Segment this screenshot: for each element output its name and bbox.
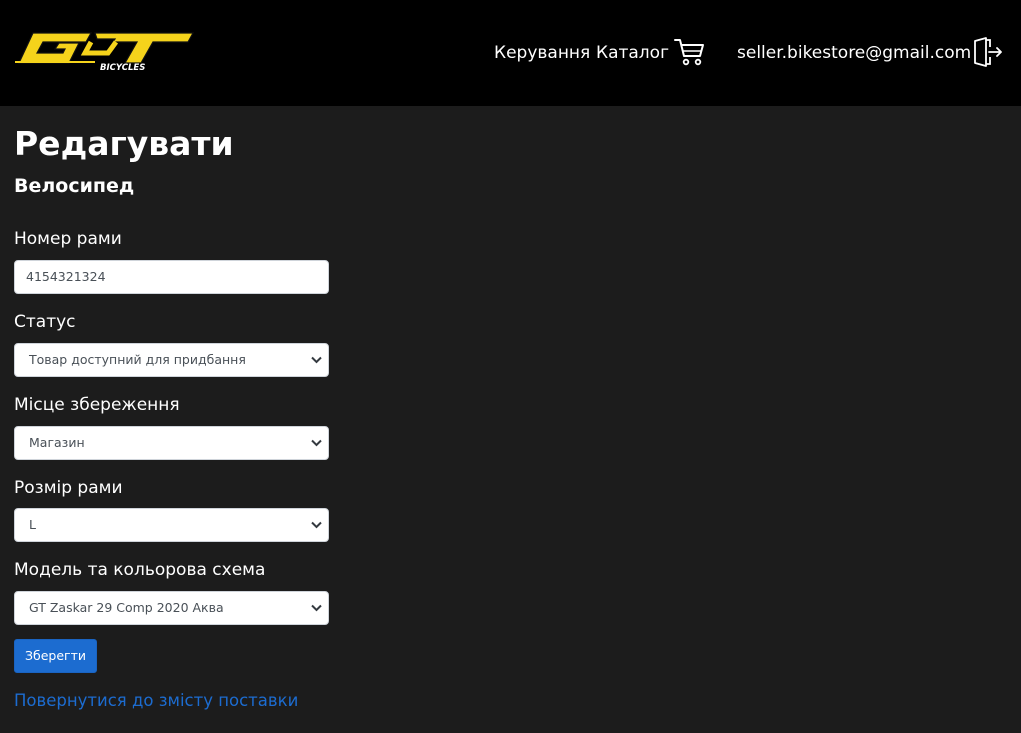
logo-mark: BICYCLES xyxy=(15,32,195,73)
page-title: Редагувати xyxy=(14,124,234,163)
user-email-link[interactable]: seller.bikestore@gmail.com xyxy=(737,42,971,64)
chevron-down-icon xyxy=(311,356,322,364)
cart-icon[interactable] xyxy=(674,37,705,66)
frame-size-select[interactable]: L xyxy=(14,508,329,542)
gt-bicycles-logo[interactable]: BICYCLES xyxy=(13,31,195,73)
svg-text:BICYCLES: BICYCLES xyxy=(100,63,145,73)
save-button[interactable]: Зберегти xyxy=(14,639,97,673)
status-select-value: Товар доступний для придбання xyxy=(29,352,246,367)
frame-number-input[interactable]: 4154321324 xyxy=(14,260,329,294)
page-subtitle: Велосипед xyxy=(14,175,135,197)
back-to-delivery-link[interactable]: Повернутися до змісту поставки xyxy=(14,690,298,712)
storage-label: Місце збереження xyxy=(14,395,180,415)
nav-catalog-link[interactable]: Каталог xyxy=(596,42,669,64)
navbar: BICYCLES Керування Каталог seller.bikest… xyxy=(0,0,1021,106)
model-select[interactable]: GT Zaskar 29 Comp 2020 Аква xyxy=(14,591,329,625)
frame-size-label: Розмір рами xyxy=(14,478,123,498)
chevron-down-icon xyxy=(311,521,322,529)
model-label: Модель та кольорова схема xyxy=(14,560,266,580)
model-select-value: GT Zaskar 29 Comp 2020 Аква xyxy=(29,600,224,615)
frame-size-select-value: L xyxy=(29,517,36,532)
frame-number-label: Номер рами xyxy=(14,229,122,249)
logout-icon[interactable] xyxy=(972,37,1002,67)
chevron-down-icon xyxy=(311,604,322,612)
status-label: Статус xyxy=(14,312,76,332)
chevron-down-icon xyxy=(311,439,322,447)
nav-manage-link[interactable]: Керування xyxy=(494,42,590,64)
status-select[interactable]: Товар доступний для придбання xyxy=(14,343,329,377)
storage-select-value: Магазин xyxy=(29,435,85,450)
storage-select[interactable]: Магазин xyxy=(14,426,329,460)
